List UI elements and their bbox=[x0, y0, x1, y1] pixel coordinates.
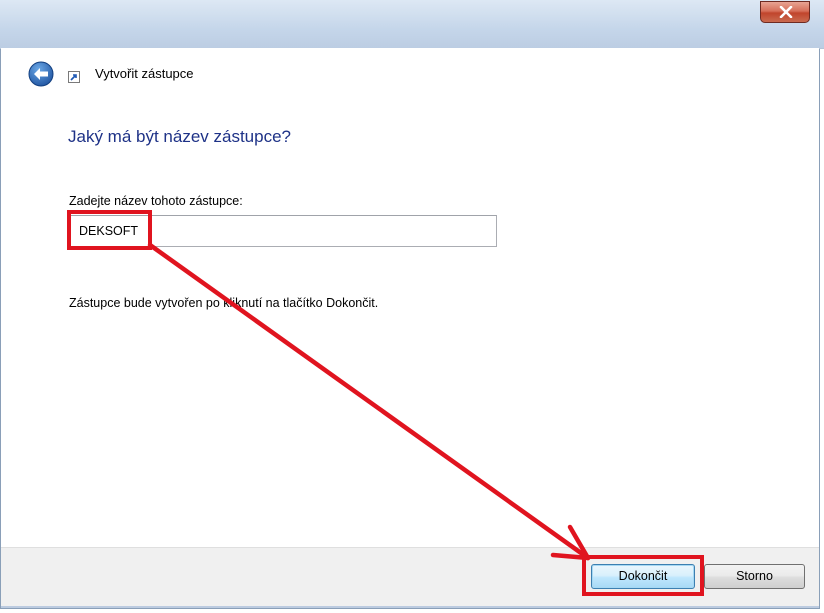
content-area bbox=[1, 96, 819, 547]
close-button[interactable] bbox=[760, 1, 810, 23]
page-heading: Jaký má být název zástupce? bbox=[68, 127, 292, 146]
button-bar bbox=[1, 547, 819, 606]
back-button[interactable] bbox=[28, 61, 54, 87]
wizard-title: Vytvořit zástupce bbox=[95, 66, 194, 81]
info-text: Zástupce bude vytvořen po kliknutí na tl… bbox=[69, 296, 379, 310]
shortcut-name-label: Zadejte název tohoto zástupce: bbox=[69, 194, 243, 208]
close-icon bbox=[779, 6, 793, 18]
back-arrow-icon bbox=[28, 61, 54, 87]
shortcut-name-input[interactable] bbox=[69, 215, 497, 247]
wizard-window: Vytvořit zástupce Jaký má být název zást… bbox=[0, 0, 824, 613]
title-bar[interactable] bbox=[0, 0, 824, 49]
cancel-button[interactable]: Storno bbox=[704, 564, 805, 589]
shortcut-icon bbox=[68, 68, 80, 83]
finish-button[interactable]: Dokončit bbox=[591, 564, 695, 589]
